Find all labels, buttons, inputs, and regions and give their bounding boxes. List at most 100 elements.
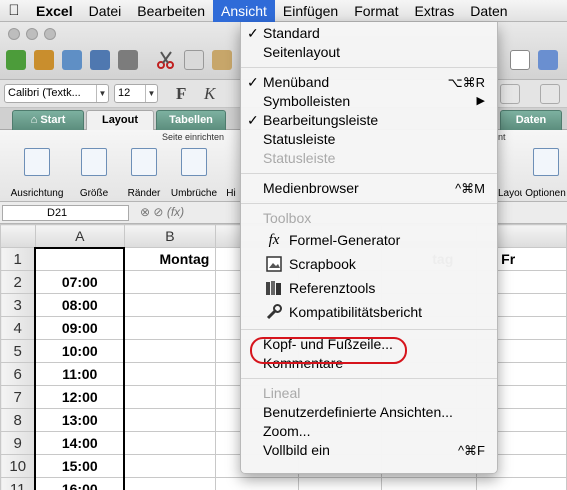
row-header[interactable]: 7: [0, 385, 36, 409]
background-label: Hi: [226, 188, 236, 199]
menu-item-label: Standard: [263, 25, 320, 41]
menu-item-referenztools[interactable]: Referenztools: [241, 276, 497, 300]
menu-einfuegen[interactable]: Einfügen: [275, 0, 346, 22]
menu-format[interactable]: Format: [346, 0, 406, 22]
row-header[interactable]: 8: [0, 408, 36, 432]
fx-icon[interactable]: (fx): [167, 205, 184, 219]
name-box[interactable]: D21: [2, 205, 129, 221]
apple-icon[interactable]: : [0, 2, 28, 19]
grid-cell[interactable]: [298, 477, 383, 490]
grid-cell[interactable]: [123, 385, 217, 409]
menu-item-vollbild[interactable]: Vollbild ein ^⌘F: [241, 441, 497, 460]
menu-item-kompatibilitaetsbericht[interactable]: Kompatibilitätsbericht: [241, 300, 497, 324]
menu-item-bearbeitungsleiste[interactable]: ✓ Bearbeitungsleiste: [241, 111, 497, 130]
print-icon[interactable]: [118, 50, 138, 70]
grid-cell[interactable]: [381, 477, 478, 490]
size-button[interactable]: Größe: [72, 148, 116, 199]
row-header[interactable]: 3: [0, 293, 36, 317]
margins-button[interactable]: Ränder: [122, 148, 166, 199]
time-cell[interactable]: 10:00: [34, 339, 126, 363]
tab-daten[interactable]: Daten: [500, 110, 562, 130]
open-folder-icon[interactable]: [62, 50, 82, 70]
menu-item-formel-generator[interactable]: fx Formel-Generator: [241, 228, 497, 252]
menu-ansicht[interactable]: Ansicht: [213, 0, 275, 22]
menu-item-seitenlayout[interactable]: Seitenlayout: [241, 43, 497, 62]
row-header[interactable]: 4: [0, 316, 36, 340]
save-icon[interactable]: [90, 50, 110, 70]
breaks-button[interactable]: Umbrüche: [168, 148, 220, 199]
indent-icon[interactable]: [540, 84, 560, 104]
time-cell[interactable]: 14:00: [34, 431, 126, 455]
select-all-corner[interactable]: [0, 224, 36, 248]
time-cell[interactable]: 09:00: [34, 316, 126, 340]
column-header-b[interactable]: B: [123, 224, 217, 248]
menu-extras[interactable]: Extras: [407, 0, 463, 22]
menu-item-statusleiste[interactable]: Statusleiste: [241, 130, 497, 149]
row-header[interactable]: 10: [0, 454, 36, 478]
row-header[interactable]: 1: [0, 247, 36, 271]
column-header-a[interactable]: A: [34, 224, 125, 248]
decimal-icon[interactable]: [500, 84, 520, 104]
confirm-icon[interactable]: ⊘: [153, 205, 163, 219]
grid-cell[interactable]: [123, 316, 217, 340]
font-size-select[interactable]: 12 ▼: [114, 84, 158, 103]
row-header[interactable]: 6: [0, 362, 36, 386]
menu-item-scrapbook[interactable]: Scrapbook: [241, 252, 497, 276]
grid-cell[interactable]: [215, 477, 300, 490]
menu-item-standard[interactable]: ✓ Standard: [241, 24, 497, 43]
time-cell[interactable]: 12:00: [34, 385, 126, 409]
view-layout-button[interactable]: Layout: [498, 148, 522, 199]
grid-cell[interactable]: [123, 293, 217, 317]
tab-tabellen[interactable]: Tabellen: [156, 110, 226, 130]
menu-bearbeiten[interactable]: Bearbeiten: [129, 0, 213, 22]
time-cell[interactable]: 11:00: [34, 362, 126, 386]
options-button[interactable]: Optionen: [524, 148, 567, 199]
orientation-button[interactable]: Ausrichtung: [6, 148, 68, 199]
grid-cell[interactable]: [123, 454, 217, 478]
copy-icon[interactable]: [184, 50, 204, 70]
cell-a1[interactable]: [34, 246, 126, 271]
menu-item-benutzerdefinierte-ansichten[interactable]: Benutzerdefinierte Ansichten...: [241, 403, 497, 422]
font-name-select[interactable]: Calibri (Textk... ▼: [4, 84, 109, 103]
grid-cell[interactable]: [123, 339, 217, 363]
zoom-window-button[interactable]: [44, 28, 56, 40]
tab-start[interactable]: ⌂ Start: [12, 110, 84, 130]
row-header[interactable]: 2: [0, 270, 36, 294]
menu-daten[interactable]: Daten: [462, 0, 515, 22]
new-document-icon[interactable]: [6, 50, 26, 70]
menu-excel[interactable]: Excel: [28, 0, 81, 22]
time-cell[interactable]: 13:00: [34, 408, 126, 432]
grid-cell[interactable]: [476, 477, 567, 490]
time-cell[interactable]: 16:00: [34, 477, 126, 490]
menu-item-label: Seitenlayout: [263, 44, 341, 60]
cut-icon[interactable]: [156, 50, 176, 70]
time-cell[interactable]: 08:00: [34, 293, 126, 317]
help-icon[interactable]: [538, 50, 558, 70]
minimize-window-button[interactable]: [26, 28, 38, 40]
grid-cell[interactable]: [123, 362, 217, 386]
grid-cell[interactable]: [123, 431, 217, 455]
row-header[interactable]: 9: [0, 431, 36, 455]
row-header[interactable]: 11: [0, 477, 36, 490]
cell-b1[interactable]: Montag: [123, 247, 217, 271]
template-gallery-icon[interactable]: [34, 50, 54, 70]
sidebar-toggle-icon[interactable]: [510, 50, 530, 70]
menu-datei[interactable]: Datei: [81, 0, 130, 22]
cancel-icon[interactable]: ⊗: [140, 205, 150, 219]
menu-item-menueband[interactable]: ✓ Menüband ⌥⌘R: [241, 73, 497, 92]
row-header[interactable]: 5: [0, 339, 36, 363]
menu-item-medienbrowser[interactable]: Medienbrowser ^⌘M: [241, 179, 497, 198]
grid-cell[interactable]: [123, 408, 217, 432]
bold-button[interactable]: F: [176, 84, 186, 104]
grid-cell[interactable]: [123, 270, 217, 294]
paste-icon[interactable]: [212, 50, 232, 70]
time-cell[interactable]: 07:00: [34, 270, 126, 294]
menu-item-symbolleisten[interactable]: Symbolleisten ▶: [241, 92, 497, 111]
italic-button[interactable]: K: [204, 84, 215, 104]
grid-cell[interactable]: [123, 477, 217, 490]
close-window-button[interactable]: [8, 28, 20, 40]
menu-item-zoom[interactable]: Zoom...: [241, 422, 497, 441]
background-button[interactable]: Hi: [222, 148, 240, 199]
time-cell[interactable]: 15:00: [34, 454, 126, 478]
tab-layout[interactable]: Layout: [86, 110, 154, 130]
